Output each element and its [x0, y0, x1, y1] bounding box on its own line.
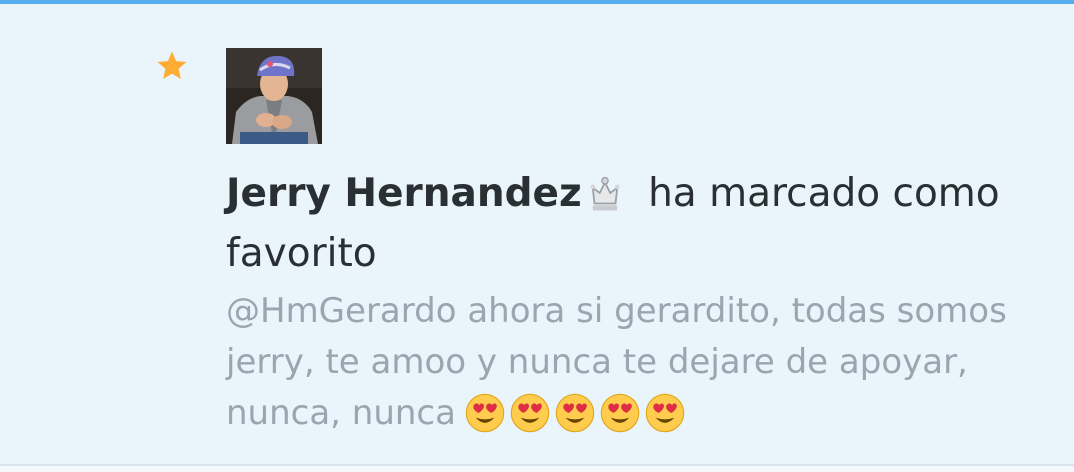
user-name[interactable]: Jerry Hernandez — [226, 171, 582, 216]
favorite-notification[interactable]: Jerry Hernandez ha marcado como favorito… — [0, 4, 1074, 464]
heart-eyes-icon — [510, 393, 550, 433]
emoji-row — [464, 392, 689, 449]
avatar-photo — [226, 48, 322, 144]
heart-eyes-icon — [465, 393, 505, 433]
heart-eyes-icon — [645, 393, 685, 433]
favorited-tweet[interactable]: @HmGerardo ahora si gerardito, todas som… — [226, 286, 1036, 449]
heart-eyes-icon — [600, 393, 640, 433]
star-icon — [157, 51, 187, 80]
next-item-edge — [0, 466, 1074, 472]
heart-eyes-icon — [555, 393, 595, 433]
crown-icon — [590, 176, 620, 211]
notification-headline: Jerry Hernandez ha marcado como favorito — [226, 164, 1026, 284]
user-avatar[interactable] — [226, 48, 322, 144]
